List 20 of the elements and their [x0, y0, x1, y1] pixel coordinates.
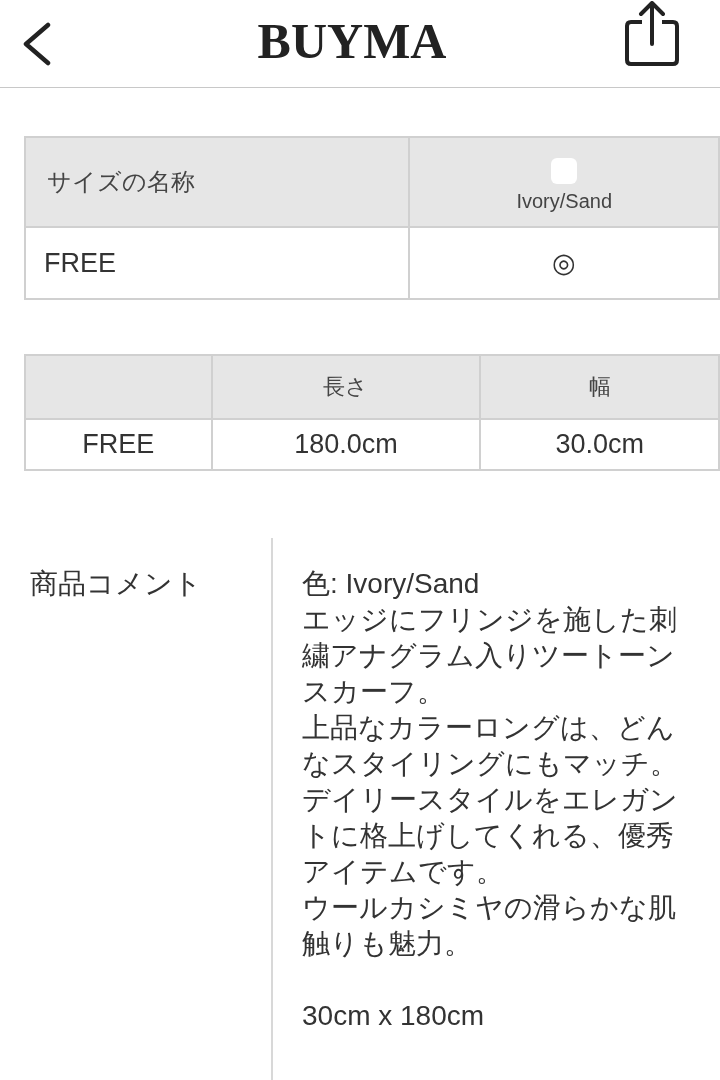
comment-paragraph: 上品なカラーロングは、どんなスタイリングにもマッチ。デイリースタイルをエレガントに格上げしてくれる、優秀アイテムです。	[302, 711, 679, 889]
table-cell: FREE	[25, 419, 212, 470]
comment-label: 商品コメント	[30, 568, 202, 599]
color-name: Ivory/Sand	[516, 189, 613, 213]
back-chevron-icon	[22, 21, 52, 66]
table-cell: ◎	[409, 227, 719, 299]
comment-paragraph: 30cm x 180cm	[302, 999, 486, 1033]
comment-paragraph: ウールカシミヤの滑らかな肌触りも魅力。	[302, 891, 677, 961]
share-button[interactable]	[624, 1, 680, 67]
share-icon	[624, 1, 680, 67]
comment-paragraph: エッジにフリンジを施した刺繍アナグラム入りツートーンスカーフ。	[302, 603, 678, 709]
table-cell: 180.0cm	[211, 419, 481, 470]
column-header: サイズの名称	[25, 137, 410, 227]
table-cell: 30.0cm	[480, 419, 719, 470]
comment-paragraph: 色: Ivory/Sand	[302, 567, 481, 601]
column-header: 長さ	[211, 355, 481, 419]
back-button[interactable]	[22, 21, 52, 66]
column-header: 幅	[480, 355, 719, 419]
table-cell: FREE	[25, 227, 410, 299]
logo: BUYMA	[257, 15, 447, 66]
